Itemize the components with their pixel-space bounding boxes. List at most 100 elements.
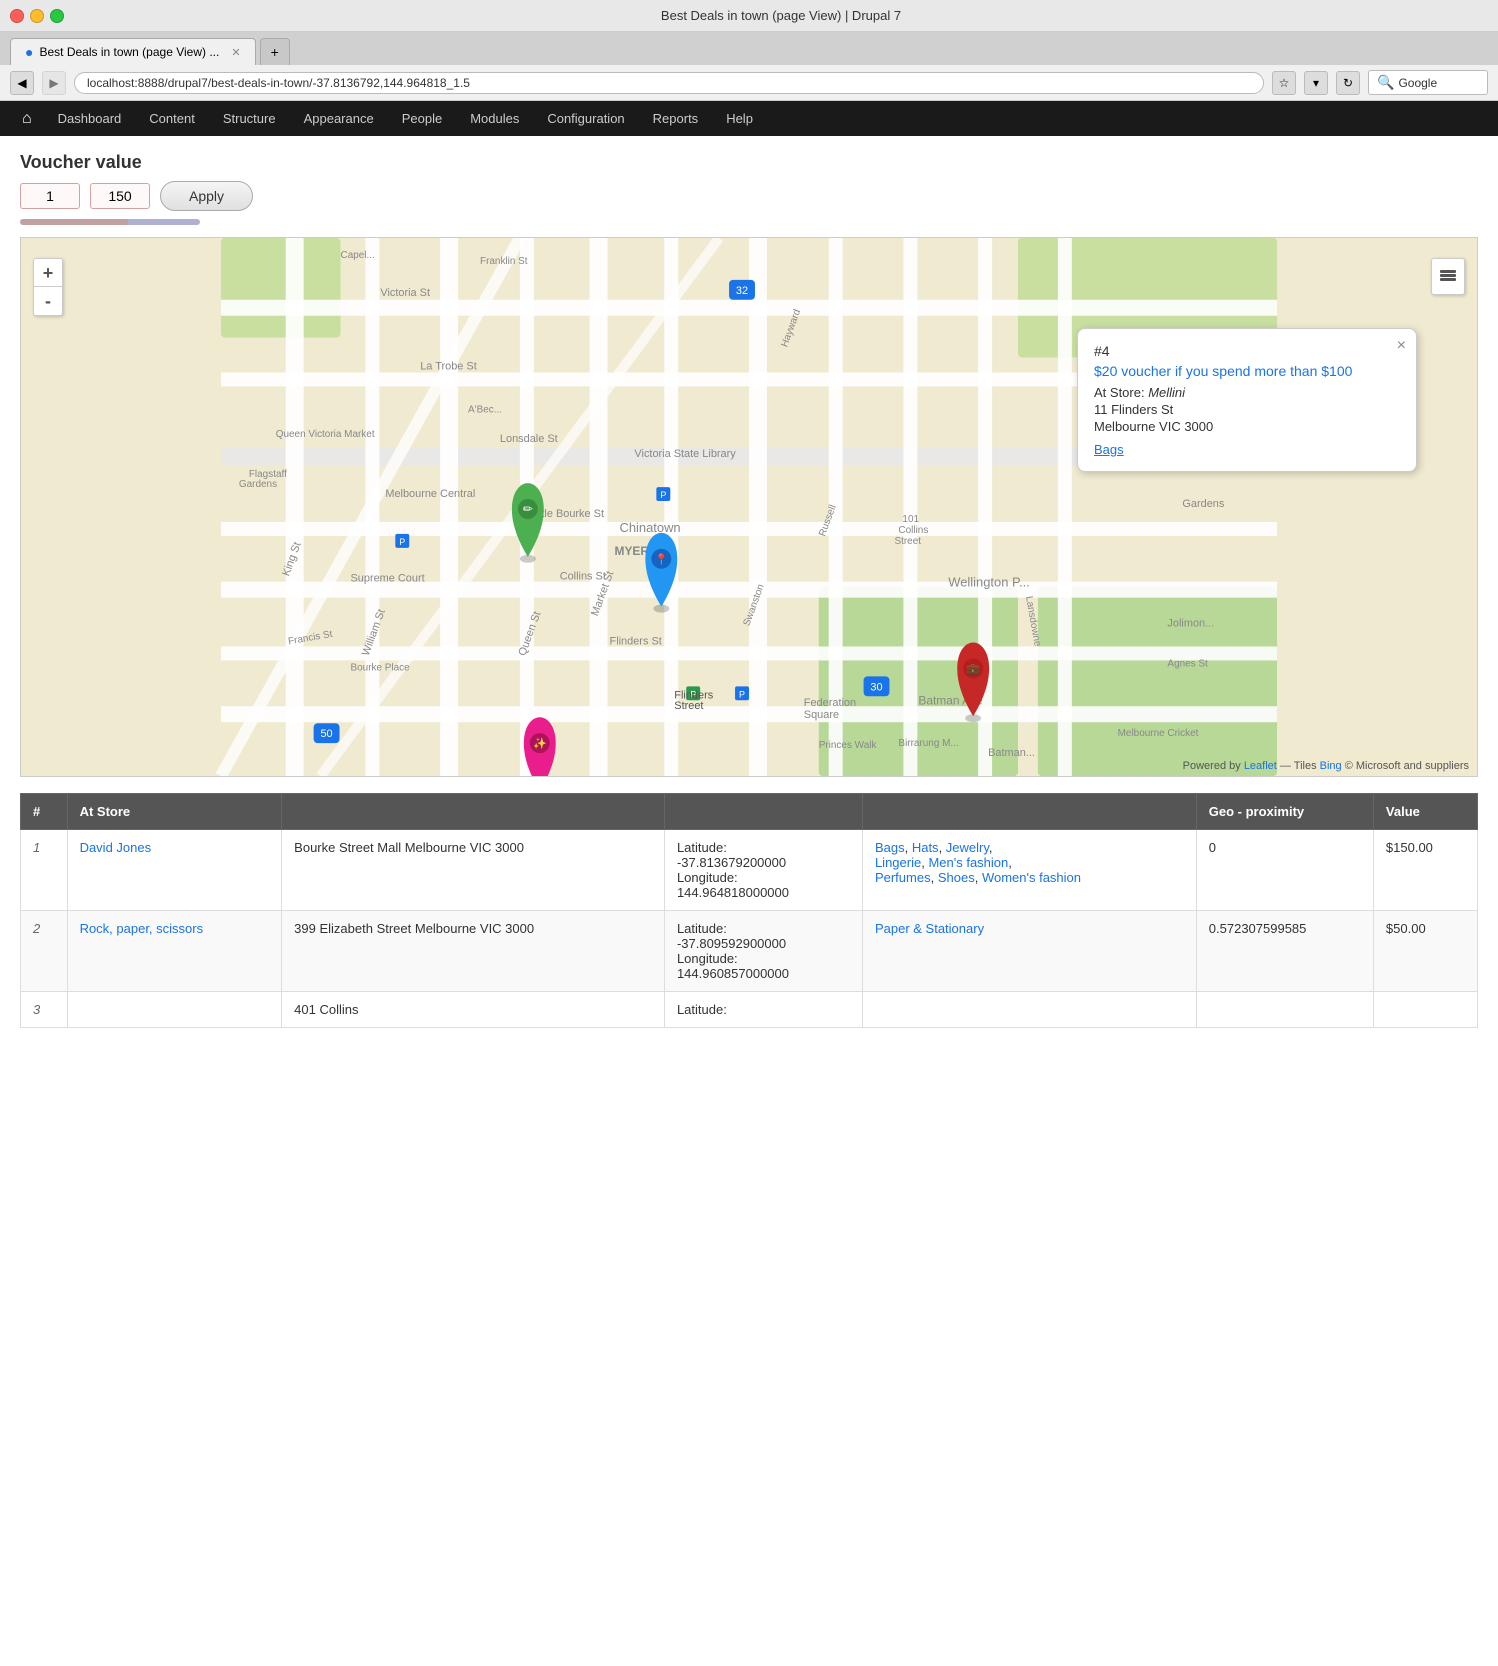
home-nav-button[interactable]: ⌂: [10, 102, 44, 136]
row3-value: [1373, 992, 1477, 1028]
zoom-out-button[interactable]: -: [34, 287, 62, 315]
svg-text:Victoria St: Victoria St: [380, 287, 430, 299]
nav-item-configuration[interactable]: Configuration: [533, 101, 638, 136]
window-buttons: [10, 9, 64, 23]
row1-num: 1: [21, 830, 68, 911]
bing-link[interactable]: Bing: [1320, 760, 1342, 772]
row1-value: $150.00: [1373, 830, 1477, 911]
map-svg: Victoria St La Trobe St Lonsdale St Litt…: [21, 238, 1477, 776]
svg-text:Street: Street: [674, 700, 703, 712]
row2-store-link[interactable]: Rock, paper, scissors: [80, 921, 204, 936]
row2-lat-label: Latitude:: [677, 921, 727, 936]
row1-cat-hats[interactable]: Hats: [912, 840, 939, 855]
row1-store-link[interactable]: David Jones: [80, 840, 152, 855]
row1-geo: 0: [1196, 830, 1373, 911]
leaflet-link[interactable]: Leaflet: [1244, 760, 1277, 772]
nav-item-appearance[interactable]: Appearance: [290, 101, 388, 136]
attribution-text: Powered by: [1183, 760, 1244, 772]
maximize-button[interactable]: [50, 9, 64, 23]
map-layers-button[interactable]: [1431, 258, 1465, 295]
col-header-coords: [664, 794, 862, 830]
drupal-icon: ●: [25, 44, 33, 60]
voucher-min-input[interactable]: [20, 183, 80, 209]
slider-container: [20, 219, 1478, 225]
svg-text:Capel...: Capel...: [341, 250, 375, 261]
nav-item-modules[interactable]: Modules: [456, 101, 533, 136]
row2-num: 2: [21, 911, 68, 992]
voucher-max-input[interactable]: [90, 183, 150, 209]
tab-close-icon[interactable]: ✕: [231, 46, 240, 59]
map-zoom-controls: + -: [33, 258, 63, 316]
nav-item-help[interactable]: Help: [712, 101, 767, 136]
popup-deal: $20 voucher if you spend more than $100: [1094, 363, 1400, 379]
popup-id: #4: [1094, 343, 1400, 359]
minimize-button[interactable]: [30, 9, 44, 23]
row1-cat-bags[interactable]: Bags: [875, 840, 905, 855]
back-button[interactable]: ◀: [10, 71, 34, 95]
bookmark-dropdown[interactable]: ▾: [1304, 71, 1328, 95]
search-bar[interactable]: 🔍 Google: [1368, 70, 1488, 95]
row2-lng-label: Longitude:: [677, 951, 738, 966]
row1-coords: Latitude: -37.813679200000 Longitude: 14…: [664, 830, 862, 911]
svg-text:Square: Square: [804, 709, 839, 721]
map-container: Victoria St La Trobe St Lonsdale St Litt…: [20, 237, 1478, 777]
url-bar[interactable]: localhost:8888/drupal7/best-deals-in-tow…: [74, 72, 1264, 94]
nav-item-structure[interactable]: Structure: [209, 101, 290, 136]
svg-text:Gardens: Gardens: [1182, 498, 1224, 510]
row1-cat-jewelry[interactable]: Jewelry: [946, 840, 989, 855]
row3-categories: [862, 992, 1196, 1028]
row1-cat-womens[interactable]: Women's fashion: [982, 870, 1081, 885]
row2-coords: Latitude: -37.809592900000 Longitude: 14…: [664, 911, 862, 992]
svg-text:La Trobe St: La Trobe St: [420, 361, 477, 373]
popup-store-prefix: At Store:: [1094, 385, 1148, 400]
col-header-address: [282, 794, 665, 830]
new-tab-button[interactable]: +: [260, 38, 290, 65]
row1-address: Bourke Street Mall Melbourne VIC 3000: [282, 830, 665, 911]
voucher-slider[interactable]: [20, 219, 200, 225]
nav-item-dashboard[interactable]: Dashboard: [44, 101, 136, 136]
svg-text:💼: 💼: [966, 663, 980, 675]
svg-text:Supreme Court: Supreme Court: [350, 573, 424, 585]
row2-lng: 144.960857000000: [677, 966, 789, 981]
row2-categories: Paper & Stationary: [862, 911, 1196, 992]
svg-text:50: 50: [320, 728, 332, 740]
svg-text:Chinatown: Chinatown: [619, 520, 680, 535]
forward-button[interactable]: ▶: [42, 71, 66, 95]
nav-item-people[interactable]: People: [388, 101, 456, 136]
row2-store: Rock, paper, scissors: [67, 911, 282, 992]
attribution-separator: — Tiles: [1277, 760, 1320, 772]
active-tab[interactable]: ● Best Deals in town (page View) ... ✕: [10, 38, 256, 65]
popup-category-link[interactable]: Bags: [1094, 442, 1124, 457]
nav-item-reports[interactable]: Reports: [639, 101, 713, 136]
row2-value: $50.00: [1373, 911, 1477, 992]
svg-text:A'Bec...: A'Bec...: [468, 404, 502, 415]
bookmark-button[interactable]: ☆: [1272, 71, 1296, 95]
row2-address: 399 Elizabeth Street Melbourne VIC 3000: [282, 911, 665, 992]
voucher-section: Voucher value Apply: [20, 152, 1478, 225]
svg-text:P: P: [399, 537, 405, 547]
zoom-in-button[interactable]: +: [34, 259, 62, 287]
svg-text:P: P: [739, 689, 745, 699]
svg-text:30: 30: [870, 681, 882, 693]
row2-cat-paper[interactable]: Paper & Stationary: [875, 921, 984, 936]
row1-cat-mens[interactable]: Men's fashion: [928, 855, 1008, 870]
close-button[interactable]: [10, 9, 24, 23]
row2-geo: 0.572307599585: [1196, 911, 1373, 992]
nav-item-content[interactable]: Content: [135, 101, 209, 136]
row1-cat-perfumes[interactable]: Perfumes: [875, 870, 931, 885]
row1-cat-shoes[interactable]: Shoes: [938, 870, 975, 885]
svg-text:Birrarung M...: Birrarung M...: [898, 738, 958, 749]
apply-button[interactable]: Apply: [160, 181, 253, 211]
svg-text:Flinders St: Flinders St: [610, 635, 662, 647]
svg-text:Melbourne Cricket: Melbourne Cricket: [1118, 728, 1199, 739]
row1-lng-label: Longitude:: [677, 870, 738, 885]
row1-lat-label: Latitude:: [677, 840, 727, 855]
row1-store: David Jones: [67, 830, 282, 911]
svg-text:101: 101: [902, 514, 919, 525]
svg-text:Bourke Place: Bourke Place: [350, 662, 410, 673]
row1-cat-lingerie[interactable]: Lingerie: [875, 855, 921, 870]
reload-button[interactable]: ↻: [1336, 71, 1360, 95]
popup-store-line: At Store: Mellini: [1094, 385, 1400, 400]
popup-close-button[interactable]: ×: [1397, 337, 1406, 355]
address-bar: ◀ ▶ localhost:8888/drupal7/best-deals-in…: [0, 65, 1498, 101]
